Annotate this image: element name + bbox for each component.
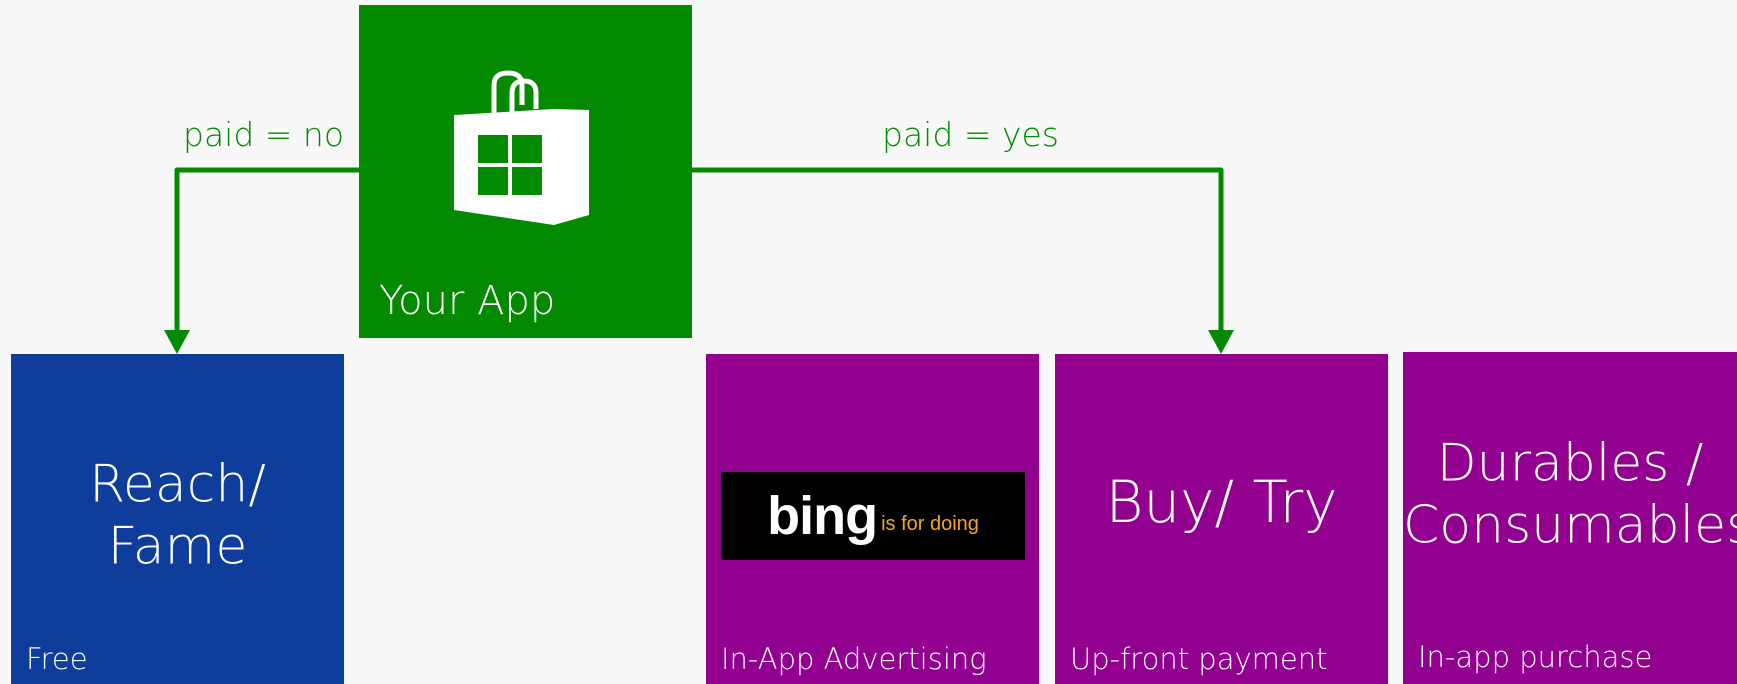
bing-logo-text: bing <box>767 486 878 546</box>
buy-try-line: Buy/ Try <box>1105 467 1338 536</box>
no-branch-arrowhead <box>164 330 190 354</box>
advertising-tile[interactable]: bing is for doing In-App Advertising <box>706 354 1039 684</box>
up-front-payment-label: Up-front payment <box>1070 642 1328 676</box>
in-app-purchase-label: In-app purchase <box>1418 640 1653 674</box>
durables-consumables-text: Durables / Consumables <box>1403 432 1737 557</box>
yes-branch-arrowhead <box>1208 330 1234 354</box>
yes-branch-arrow <box>692 167 1224 335</box>
reach-line: Reach/ <box>89 454 266 515</box>
bing-logo: bing is for doing <box>721 472 1025 560</box>
free-label: Free <box>26 642 88 676</box>
durables-line: Durables / <box>1436 433 1704 494</box>
paid-no-label: paid = no <box>183 115 345 154</box>
in-app-advertising-label: In-App Advertising <box>721 642 987 676</box>
store-bag-icon <box>454 70 589 225</box>
durables-tile[interactable]: Durables / Consumables In-app purchase <box>1403 352 1737 684</box>
free-tile[interactable]: Reach/ Fame Free <box>11 354 344 684</box>
reach-fame-text: Reach/ Fame <box>11 453 344 578</box>
consumables-line: Consumables <box>1403 495 1737 556</box>
fame-line: Fame <box>107 516 248 577</box>
bing-logo-tagline: is for doing <box>881 512 979 535</box>
buy-try-text: Buy/ Try <box>1055 468 1388 538</box>
buy-try-tile[interactable]: Buy/ Try Up-front payment <box>1055 354 1388 684</box>
paid-yes-label: paid = yes <box>882 115 1059 154</box>
no-branch-arrow <box>174 167 360 335</box>
your-app-label: Your App <box>379 278 556 324</box>
your-app-tile[interactable]: Your App <box>359 5 692 338</box>
